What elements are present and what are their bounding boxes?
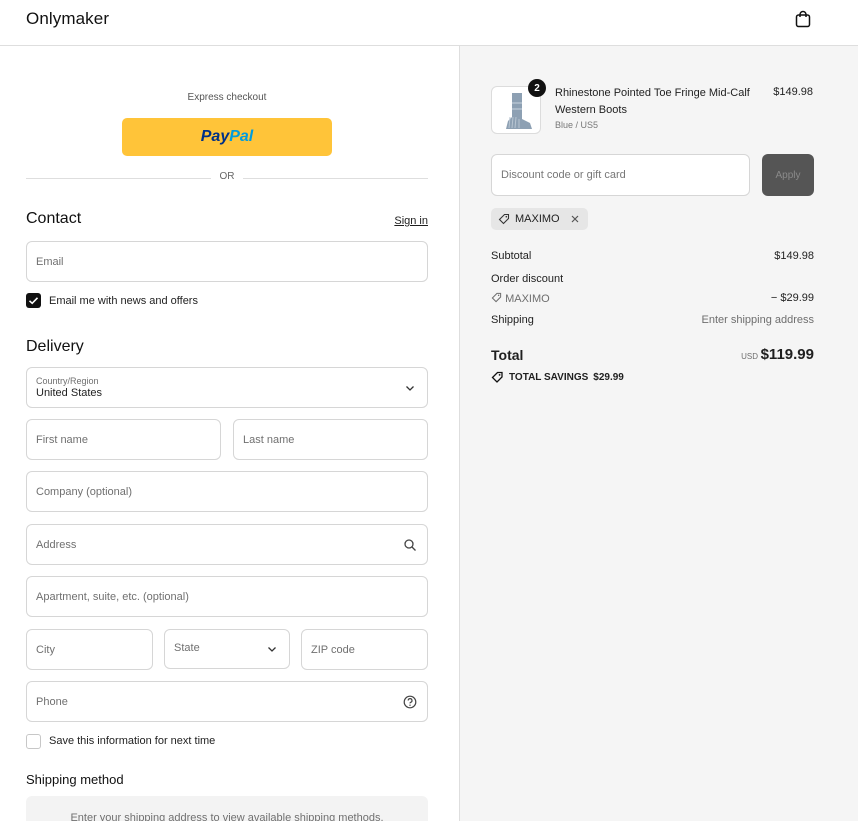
quantity-badge: 2	[528, 79, 546, 97]
state-select[interactable]: State	[164, 629, 290, 669]
tag-icon	[491, 292, 502, 303]
express-checkout-label: Express checkout	[187, 92, 267, 103]
store-logo[interactable]: Onlymaker	[26, 9, 109, 29]
shipping-method-heading: Shipping method	[26, 772, 124, 787]
phone-field[interactable]: Phone	[26, 681, 428, 722]
sign-in-link[interactable]: Sign in	[394, 215, 428, 227]
total-amount: $119.99	[760, 346, 814, 363]
country-value: United States	[36, 387, 103, 399]
subtotal-label: Subtotal	[491, 250, 532, 262]
header: Onlymaker	[0, 0, 858, 46]
subtotal-value: $149.98	[774, 250, 814, 262]
news-checkbox-label: Email me with news and offers	[49, 295, 198, 307]
country-label: Country/Region	[36, 376, 99, 386]
contact-heading: Contact	[26, 210, 82, 227]
product-variant: Blue / US5	[555, 120, 599, 130]
paypal-logo-pay: Pay	[200, 128, 230, 145]
city-placeholder: City	[36, 643, 55, 656]
company-placeholder: Company (optional)	[36, 485, 132, 498]
apartment-field[interactable]: Apartment, suite, etc. (optional)	[26, 576, 428, 617]
shipping-row: Shipping Enter shipping address	[491, 314, 814, 326]
close-icon[interactable]	[569, 213, 581, 225]
company-field[interactable]: Company (optional)	[26, 471, 428, 512]
chevron-down-icon	[268, 647, 276, 652]
country-select[interactable]: Country/Region United States	[26, 367, 428, 408]
email-field[interactable]: Email	[26, 241, 428, 282]
delivery-heading: Delivery	[26, 338, 84, 355]
save-info-label: Save this information for next time	[49, 735, 216, 747]
news-checkbox[interactable]	[26, 293, 41, 308]
phone-placeholder: Phone	[36, 695, 68, 708]
zip-field[interactable]: ZIP code	[301, 629, 428, 670]
apartment-placeholder: Apartment, suite, etc. (optional)	[36, 590, 189, 603]
paypal-logo-pal: Pal	[229, 128, 254, 145]
chevron-down-icon	[406, 385, 414, 391]
discount-amount: − $29.99	[770, 292, 814, 304]
order-discount-label: Order discount	[491, 273, 564, 285]
first-name-field[interactable]: First name	[26, 419, 221, 460]
city-field[interactable]: City	[26, 629, 153, 670]
subtotal-row: Subtotal $149.98	[491, 250, 814, 262]
discount-placeholder: Discount code or gift card	[501, 169, 626, 181]
applied-discount-chip: MAXIMO	[491, 208, 588, 230]
last-name-field[interactable]: Last name	[233, 419, 428, 460]
product-price: $149.98	[773, 86, 813, 98]
shipping-value: Enter shipping address	[701, 314, 814, 326]
apply-button[interactable]: Apply	[762, 154, 814, 196]
tag-icon	[491, 371, 503, 383]
checkmark-icon	[28, 297, 39, 305]
shipping-label: Shipping	[491, 314, 534, 326]
discount-code-input[interactable]: Discount code or gift card	[491, 154, 750, 196]
applied-code: MAXIMO	[515, 213, 560, 225]
total-label: Total	[491, 347, 524, 363]
discount-code-row: MAXIMO − $29.99	[491, 292, 814, 305]
zip-placeholder: ZIP code	[311, 643, 355, 656]
order-discount-row: Order discount	[491, 273, 814, 285]
total-savings: TOTAL SAVINGS $29.99	[491, 371, 624, 383]
first-name-placeholder: First name	[36, 433, 88, 446]
discount-code-name: MAXIMO	[505, 293, 550, 305]
paypal-button[interactable]: Pay Pal	[122, 118, 332, 156]
address-field[interactable]: Address	[26, 524, 428, 565]
product-thumbnail: 2	[491, 79, 546, 134]
total-row: Total USD $119.99	[491, 346, 814, 368]
help-icon[interactable]	[403, 695, 417, 709]
shipping-method-placeholder: Enter your shipping address to view avai…	[26, 796, 428, 821]
shopping-bag-icon[interactable]	[793, 9, 813, 29]
product-title: Rhinestone Pointed Toe Fringe Mid-Calf W…	[555, 87, 750, 116]
address-placeholder: Address	[36, 538, 77, 551]
order-summary: 2 Rhinestone Pointed Toe Fringe Mid-Calf…	[459, 46, 858, 821]
email-placeholder: Email	[36, 255, 64, 268]
state-placeholder: State	[174, 642, 200, 654]
search-icon	[404, 538, 416, 551]
tag-icon	[498, 213, 510, 225]
savings-label: TOTAL SAVINGS	[509, 371, 589, 383]
currency-code: USD	[741, 352, 758, 361]
last-name-placeholder: Last name	[243, 433, 295, 446]
savings-value: $29.99	[593, 371, 624, 383]
or-separator: OR	[211, 171, 243, 182]
save-info-checkbox[interactable]	[26, 734, 41, 749]
